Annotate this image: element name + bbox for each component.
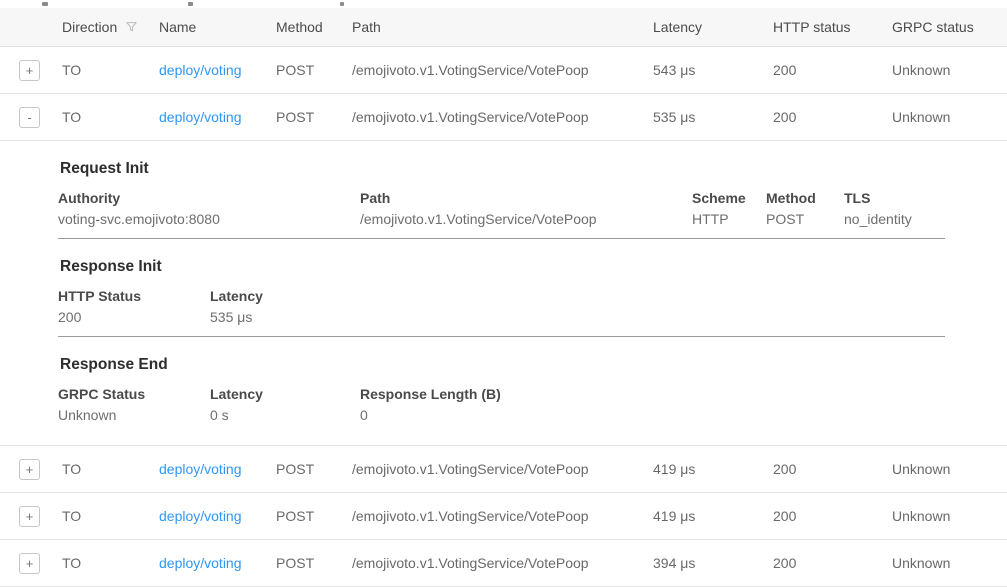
field-label: Latency: [210, 288, 945, 304]
direction-cell: TO: [62, 109, 159, 125]
field-value: 0: [360, 407, 945, 423]
http-status-cell: 200: [773, 555, 892, 571]
path-cell: /emojivoto.v1.VotingService/VotePoop: [352, 508, 653, 524]
resource-name-link[interactable]: deploy/voting: [159, 508, 242, 524]
table-row: + TO deploy/voting POST /emojivoto.v1.Vo…: [0, 540, 1007, 587]
clipped-row-above: [0, 0, 1007, 8]
grpc-status-cell: Unknown: [892, 109, 1007, 125]
section-title: Request Init: [60, 160, 945, 178]
authority-field: Authority voting-svc.emojivoto:8080: [58, 190, 360, 227]
tls-field: TLS no_identity: [844, 190, 945, 227]
scheme-field: Scheme HTTP: [692, 190, 766, 227]
field-label: Authority: [58, 190, 360, 206]
clipped-content-remnant: [188, 2, 193, 6]
response-end-section: Response End GRPC Status Unknown Latency…: [58, 337, 945, 445]
expand-row-button[interactable]: +: [19, 553, 40, 574]
http-status-cell: 200: [773, 62, 892, 78]
latency-field: Latency 0 s: [210, 386, 360, 423]
response-init-section: Response Init HTTP Status 200 Latency 53…: [58, 239, 945, 337]
column-header-latency: Latency: [653, 19, 773, 35]
field-label: GRPC Status: [58, 386, 210, 402]
field-label: TLS: [844, 190, 945, 206]
section-title: Response End: [60, 356, 945, 374]
field-label: Latency: [210, 386, 360, 402]
latency-cell: 543 μs: [653, 62, 773, 78]
latency-cell: 419 μs: [653, 461, 773, 477]
field-label: HTTP Status: [58, 288, 210, 304]
grpc-status-field: GRPC Status Unknown: [58, 386, 210, 423]
clipped-content-remnant: [340, 2, 344, 6]
field-value: no_identity: [844, 211, 945, 227]
latency-field: Latency 535 μs: [210, 288, 945, 325]
direction-cell: TO: [62, 555, 159, 571]
method-cell: POST: [276, 109, 352, 125]
http-status-cell: 200: [773, 508, 892, 524]
column-header-direction-label: Direction: [62, 19, 117, 35]
method-field: Method POST: [766, 190, 844, 227]
grpc-status-cell: Unknown: [892, 555, 1007, 571]
grpc-status-cell: Unknown: [892, 508, 1007, 524]
resource-name-link[interactable]: deploy/voting: [159, 109, 242, 125]
method-cell: POST: [276, 62, 352, 78]
http-status-cell: 200: [773, 109, 892, 125]
resource-name-link[interactable]: deploy/voting: [159, 555, 242, 571]
field-label: Method: [766, 190, 844, 206]
table-row: + TO deploy/voting POST /emojivoto.v1.Vo…: [0, 446, 1007, 493]
direction-cell: TO: [62, 461, 159, 477]
field-value: 0 s: [210, 407, 360, 423]
path-cell: /emojivoto.v1.VotingService/VotePoop: [352, 555, 653, 571]
collapse-row-button[interactable]: -: [19, 107, 40, 128]
path-field: Path /emojivoto.v1.VotingService/VotePoo…: [360, 190, 692, 227]
column-header-grpc-status: GRPC status: [892, 19, 1007, 35]
field-value: Unknown: [58, 407, 210, 423]
method-cell: POST: [276, 508, 352, 524]
path-cell: /emojivoto.v1.VotingService/VotePoop: [352, 62, 653, 78]
resource-name-link[interactable]: deploy/voting: [159, 461, 242, 477]
latency-cell: 394 μs: [653, 555, 773, 571]
filter-icon[interactable]: [124, 20, 139, 34]
column-header-direction: Direction: [62, 19, 159, 35]
resource-name-link[interactable]: deploy/voting: [159, 62, 242, 78]
direction-cell: TO: [62, 508, 159, 524]
response-length-field: Response Length (B) 0: [360, 386, 945, 423]
expand-row-button[interactable]: +: [19, 60, 40, 81]
field-value: 200: [58, 309, 210, 325]
expanded-row-detail: Request Init Authority voting-svc.emojiv…: [0, 141, 1007, 446]
column-header-http-status: HTTP status: [773, 19, 892, 35]
latency-cell: 535 μs: [653, 109, 773, 125]
method-cell: POST: [276, 555, 352, 571]
column-header-method: Method: [276, 19, 352, 35]
http-status-field: HTTP Status 200: [58, 288, 210, 325]
table-header-row: Direction Name Method Path Latency HTTP …: [0, 8, 1007, 47]
grpc-status-cell: Unknown: [892, 62, 1007, 78]
column-header-name: Name: [159, 19, 276, 35]
field-value: voting-svc.emojivoto:8080: [58, 211, 360, 227]
path-cell: /emojivoto.v1.VotingService/VotePoop: [352, 461, 653, 477]
field-label: Path: [360, 190, 692, 206]
clipped-content-remnant: [42, 2, 48, 6]
table-row-expanded: - TO deploy/voting POST /emojivoto.v1.Vo…: [0, 94, 1007, 141]
latency-cell: 419 μs: [653, 508, 773, 524]
expand-row-button[interactable]: +: [19, 506, 40, 527]
field-value: POST: [766, 211, 844, 227]
path-cell: /emojivoto.v1.VotingService/VotePoop: [352, 109, 653, 125]
method-cell: POST: [276, 461, 352, 477]
http-status-cell: 200: [773, 461, 892, 477]
field-value: HTTP: [692, 211, 766, 227]
direction-cell: TO: [62, 62, 159, 78]
field-label: Response Length (B): [360, 386, 945, 402]
expand-row-button[interactable]: +: [19, 459, 40, 480]
field-value: /emojivoto.v1.VotingService/VotePoop: [360, 211, 692, 227]
column-header-path: Path: [352, 19, 653, 35]
table-row: + TO deploy/voting POST /emojivoto.v1.Vo…: [0, 493, 1007, 540]
field-label: Scheme: [692, 190, 766, 206]
field-value: 535 μs: [210, 309, 945, 325]
table-row: + TO deploy/voting POST /emojivoto.v1.Vo…: [0, 47, 1007, 94]
grpc-status-cell: Unknown: [892, 461, 1007, 477]
section-title: Response Init: [60, 258, 945, 276]
request-init-section: Request Init Authority voting-svc.emojiv…: [58, 141, 945, 239]
tap-event-table: Direction Name Method Path Latency HTTP …: [0, 0, 1007, 586]
